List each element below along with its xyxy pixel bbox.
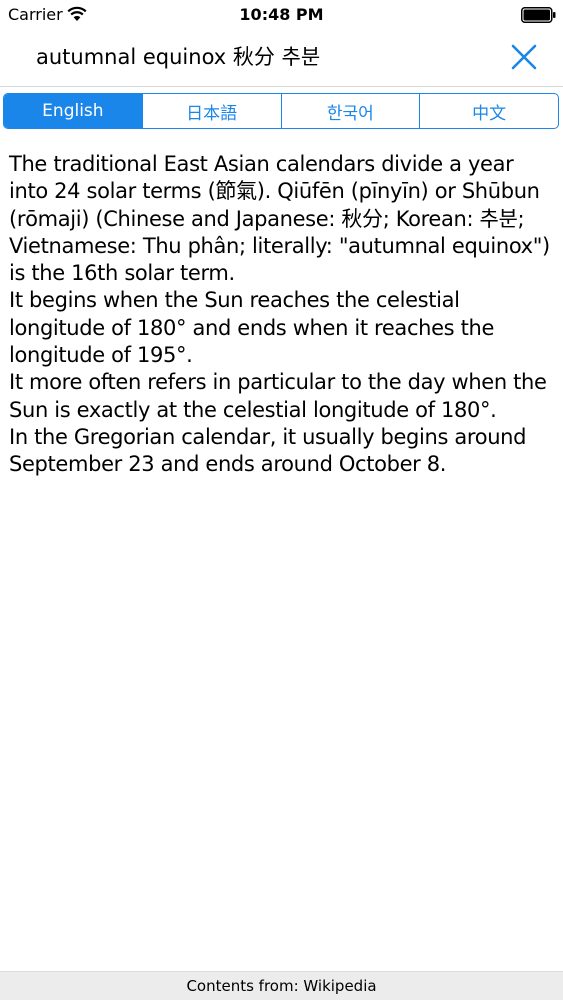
tab-japanese[interactable]: 日本語 (143, 94, 282, 128)
article-paragraph: The traditional East Asian calendars div… (9, 152, 550, 286)
tab-chinese[interactable]: 中文 (420, 94, 558, 128)
language-segmented-control: English 日本語 한국어 中文 (3, 93, 559, 129)
battery-icon (521, 7, 557, 23)
article-paragraph: It more often refers in particular to th… (9, 370, 547, 422)
status-time: 10:48 PM (239, 5, 324, 24)
article-paragraph: In the Gregorian calendar, it usually be… (9, 424, 527, 477)
close-icon (511, 44, 537, 70)
navigation-bar: autumnal equinox 秋分 추분 (0, 30, 563, 87)
close-button[interactable] (507, 40, 541, 74)
article-paragraph: It begins when the Sun reaches the celes… (9, 288, 495, 368)
status-bar: Carrier 10:48 PM (0, 0, 563, 30)
tab-korean[interactable]: 한국어 (282, 94, 421, 128)
footer-attribution: Contents from: Wikipedia (0, 971, 563, 1000)
tab-english[interactable]: English (4, 94, 143, 128)
article-body: The traditional East Asian calendars div… (9, 151, 554, 479)
page-title: autumnal equinox 秋分 추분 (36, 45, 321, 69)
